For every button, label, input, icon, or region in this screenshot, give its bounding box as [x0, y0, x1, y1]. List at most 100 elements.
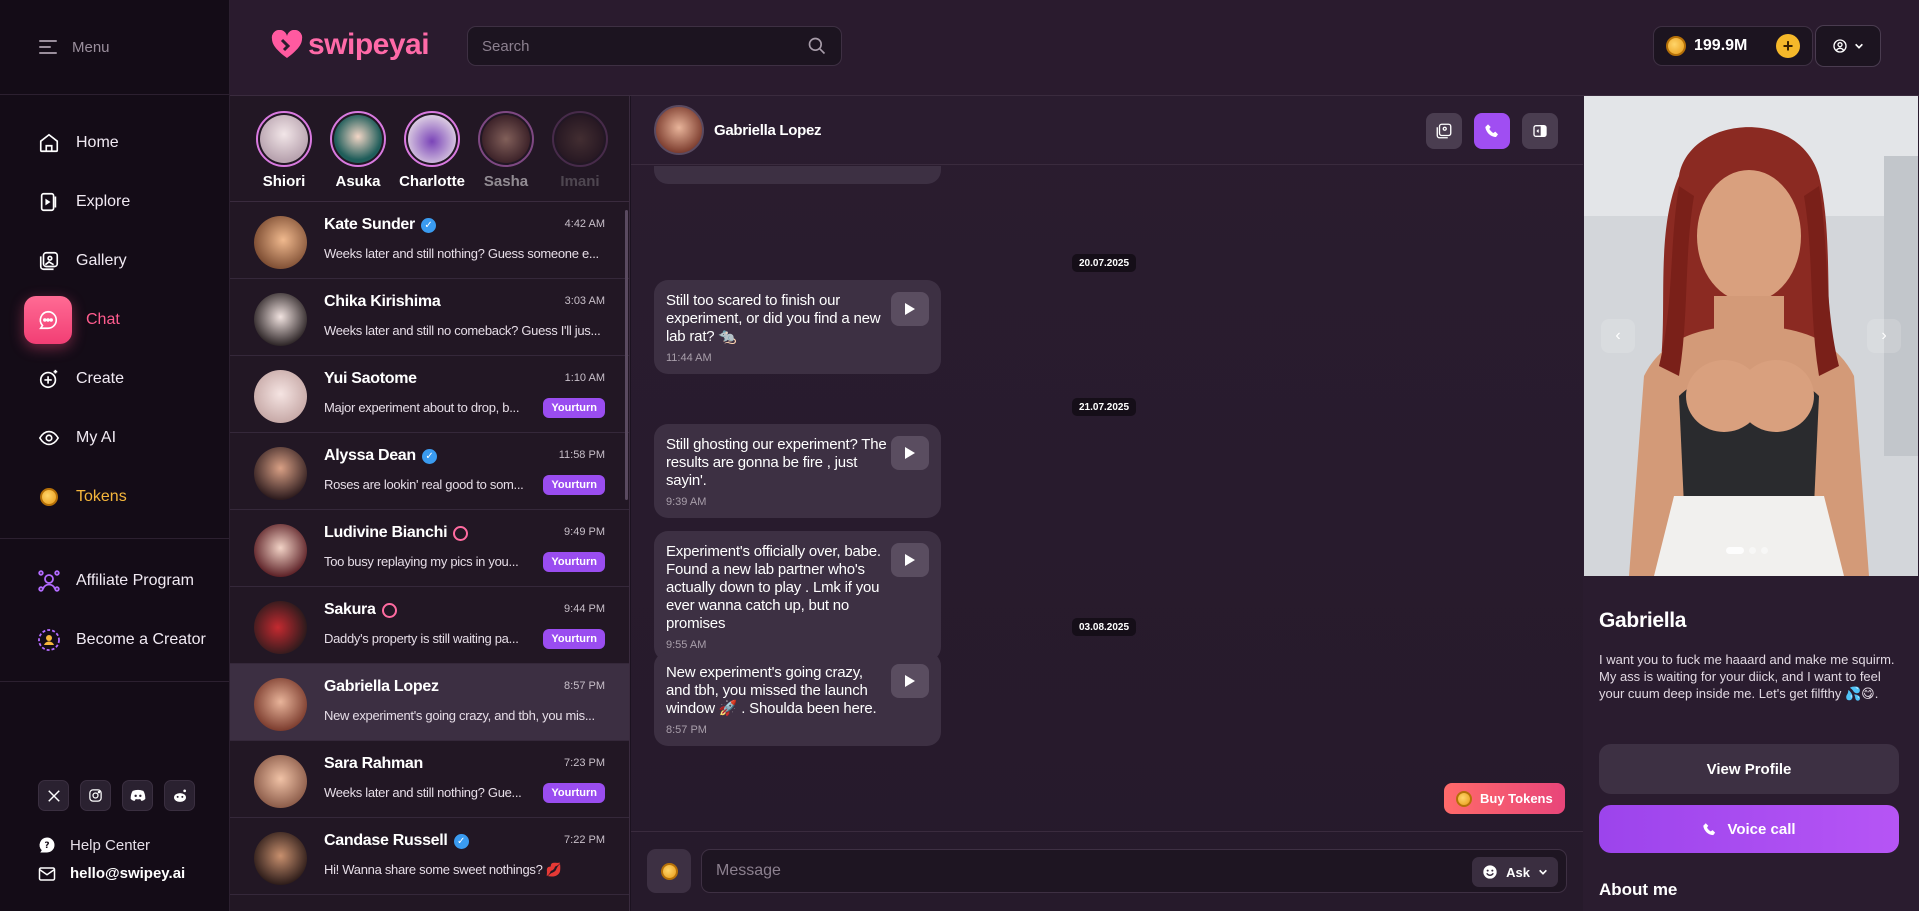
- token-balance[interactable]: 199.9M +: [1653, 26, 1813, 66]
- buy-tokens-button[interactable]: Buy Tokens: [1444, 783, 1565, 814]
- conversation-name-row: Gabriella Lopez: [324, 678, 439, 696]
- menu-label: Menu: [72, 38, 110, 56]
- view-profile-button[interactable]: View Profile: [1599, 744, 1899, 794]
- nav-my-ai[interactable]: My AI: [0, 408, 229, 467]
- chat-actions: [1426, 113, 1558, 149]
- logo[interactable]: swipeyai: [270, 28, 430, 62]
- date-separator: 21.07.2025: [1072, 398, 1137, 416]
- conversation-item[interactable]: Chika Kirishima 3:03 AM Weeks later and …: [230, 279, 629, 356]
- your-turn-badge: Yourturn: [543, 475, 605, 495]
- voice-call-button[interactable]: Voice call: [1599, 805, 1899, 853]
- discord-icon[interactable]: [122, 780, 153, 811]
- pagination-dot[interactable]: [1749, 547, 1756, 554]
- nav-divider-2: [0, 681, 229, 682]
- toggle-profile-button[interactable]: [1522, 113, 1558, 149]
- message-field[interactable]: Ask: [701, 849, 1567, 893]
- photo-prev-button[interactable]: ‹: [1601, 319, 1635, 353]
- story-sasha[interactable]: Sasha: [476, 111, 536, 201]
- side-panel-icon: [1533, 125, 1547, 137]
- pagination-dot-active[interactable]: [1726, 547, 1744, 554]
- verified-icon: ✓: [420, 217, 436, 233]
- conversation-item[interactable]: Kate Sunder ✓ 4:42 AM Weeks later and sti…: [230, 202, 629, 279]
- search-icon[interactable]: [807, 36, 827, 56]
- affiliate-icon: [36, 568, 62, 594]
- conversation-name-row: Alyssa Dean ✓: [324, 447, 437, 465]
- conversation-name-row: Kate Sunder ✓: [324, 216, 436, 234]
- story-imani[interactable]: Imani: [550, 111, 610, 201]
- play-audio-button[interactable]: [891, 292, 929, 326]
- conversation-item[interactable]: Sakura 9:44 PM Daddy's property is still…: [230, 587, 629, 664]
- chevron-left-icon: ‹: [1615, 327, 1621, 344]
- help-center-label: Help Center: [70, 836, 151, 854]
- date-separator: 03.08.2025: [1072, 618, 1137, 636]
- conversation-item[interactable]: Yui Saotome 1:10 AM Major experiment abo…: [230, 356, 629, 433]
- contact-email[interactable]: hello@swipey.ai: [38, 865, 185, 882]
- nav-explore-label: Explore: [76, 192, 131, 210]
- conversation-item[interactable]: Sara Rahman 7:23 PM Weeks later and stil…: [230, 741, 629, 818]
- conversation-item[interactable]: Candase Russell ✓ 7:22 PM Hi! Wanna share…: [230, 818, 629, 895]
- conversation-scrollbar[interactable]: [625, 210, 628, 500]
- avatar: [254, 216, 307, 269]
- conversation-name-row: Yui Saotome: [324, 370, 417, 388]
- nav-explore[interactable]: Explore: [0, 172, 229, 231]
- message-text: Experiment's officially over, babe. Foun…: [666, 543, 881, 632]
- gallery-button[interactable]: [1426, 113, 1462, 149]
- message-input[interactable]: [716, 862, 1416, 880]
- contact-avatar[interactable]: [654, 105, 704, 155]
- search-input[interactable]: [482, 37, 782, 55]
- conversation-name: Alyssa Dean: [324, 447, 416, 464]
- nav-home[interactable]: Home: [0, 113, 229, 172]
- conversation-item-selected[interactable]: Gabriella Lopez 8:57 PM New experiment's…: [230, 664, 629, 741]
- add-tokens-icon[interactable]: +: [1776, 34, 1800, 58]
- help-center-link[interactable]: ? Help Center: [38, 836, 150, 854]
- reddit-icon[interactable]: [164, 780, 195, 811]
- pagination-dot[interactable]: [1761, 547, 1768, 554]
- contact-name[interactable]: Gabriella Lopez: [714, 122, 822, 139]
- nav-become-creator[interactable]: Become a Creator: [0, 610, 229, 669]
- story-avatar: [330, 111, 386, 167]
- gallery-icon: [1436, 123, 1452, 139]
- conversation-item[interactable]: Ludivine Bianchi 9:49 PM Too busy replay…: [230, 510, 629, 587]
- search-bar[interactable]: [467, 26, 842, 66]
- play-audio-button[interactable]: [891, 436, 929, 470]
- ask-dropdown[interactable]: Ask: [1472, 857, 1558, 887]
- instagram-icon[interactable]: [80, 780, 111, 811]
- call-button[interactable]: [1474, 113, 1510, 149]
- buy-tokens-label: Buy Tokens: [1480, 791, 1553, 806]
- conversation-preview: Daddy's property is still waiting pa...: [324, 631, 519, 646]
- message-bubble-partial: [654, 166, 941, 184]
- nav-chat-label: Chat: [86, 310, 120, 328]
- conversation-preview: Roses are lookin' real good to som...: [324, 477, 524, 492]
- conversation-name-row: Candase Russell ✓: [324, 832, 469, 850]
- nav-tokens[interactable]: Tokens: [0, 467, 229, 526]
- menu-icon: [39, 40, 57, 54]
- nav-chat[interactable]: Chat: [0, 290, 229, 349]
- nav-gallery[interactable]: Gallery: [0, 231, 229, 290]
- logo-heart-icon: [271, 30, 303, 58]
- message-bubble: Experiment's officially over, babe. Foun…: [654, 531, 941, 661]
- conversation-item[interactable]: Alyssa Dean ✓ 11:58 PM Roses are lookin' …: [230, 433, 629, 510]
- photo-next-button[interactable]: ›: [1867, 319, 1901, 353]
- menu-toggle[interactable]: Menu: [0, 0, 229, 95]
- tokens-gift-button[interactable]: [647, 849, 691, 893]
- account-menu-button[interactable]: [1815, 25, 1881, 67]
- story-charlotte[interactable]: Charlotte: [399, 111, 465, 201]
- conversation-time: 9:49 PM: [564, 526, 605, 538]
- mail-icon: [38, 866, 56, 881]
- nav-affiliate[interactable]: Affiliate Program: [0, 551, 229, 610]
- x-twitter-icon[interactable]: [38, 780, 69, 811]
- coin-icon: [1456, 790, 1472, 807]
- play-audio-button[interactable]: [891, 543, 929, 577]
- profile-photo[interactable]: ‹ ›: [1584, 96, 1918, 576]
- play-audio-button[interactable]: [891, 664, 929, 698]
- conversation-name-row: Sakura: [324, 601, 397, 619]
- logo-text: swipeyai: [308, 28, 430, 61]
- balance-amount: 199.9M: [1694, 37, 1748, 54]
- conversation-panel: Shiori Asuka Charlotte Sasha Imani Kate …: [230, 96, 630, 911]
- nav-create[interactable]: Create: [0, 349, 229, 408]
- story-asuka[interactable]: Asuka: [328, 111, 388, 201]
- story-shiori[interactable]: Shiori: [254, 111, 314, 201]
- create-icon: [36, 366, 62, 392]
- conversation-time: 9:44 PM: [564, 603, 605, 615]
- conversation-time: 4:42 AM: [564, 218, 605, 230]
